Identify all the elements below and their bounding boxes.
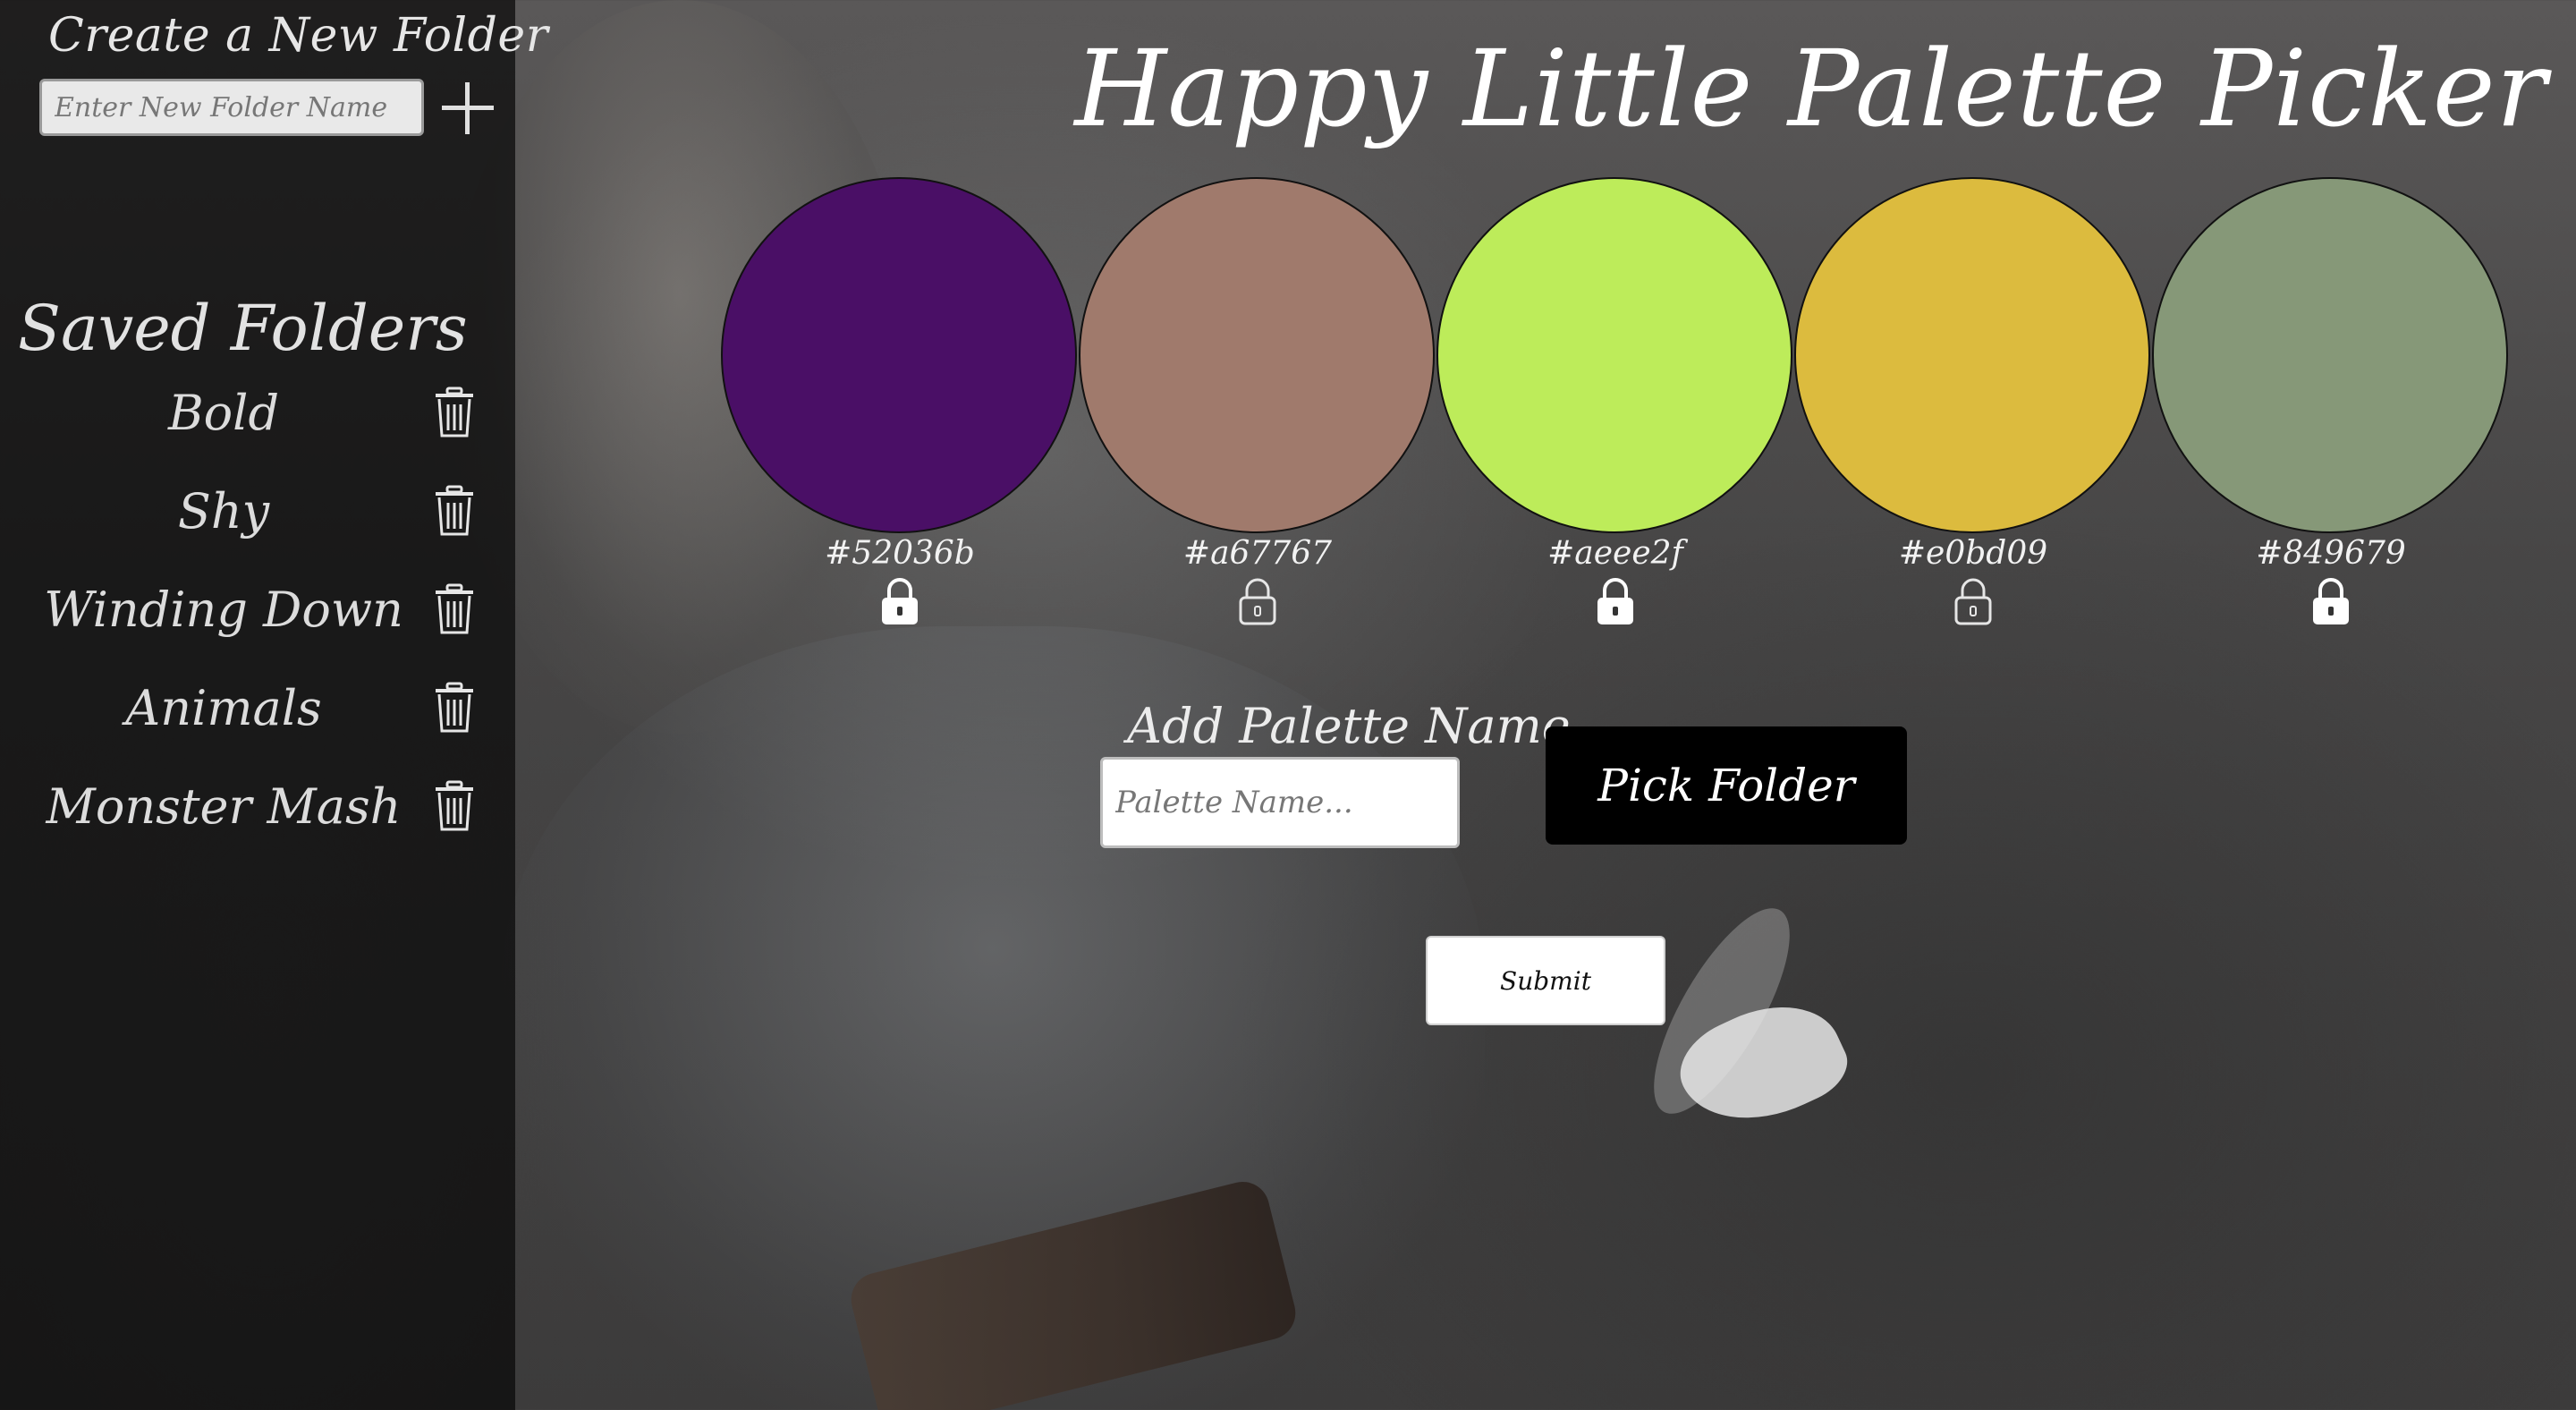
folder-name[interactable]: Winding Down bbox=[0, 582, 447, 638]
lock-toggle-button[interactable] bbox=[878, 576, 921, 626]
swatch-hex-code: #aeee2f bbox=[1547, 535, 1683, 572]
new-folder-name-input[interactable] bbox=[39, 79, 424, 136]
folder-item: Animals bbox=[0, 671, 515, 769]
trash-icon bbox=[436, 485, 473, 536]
folder-item: Bold bbox=[0, 376, 515, 474]
lock-open-icon bbox=[1954, 578, 1992, 625]
lock-toggle-button[interactable] bbox=[1236, 576, 1279, 626]
sidebar: Create a New Folder Saved Folders Bold S… bbox=[0, 0, 548, 1410]
trash-icon bbox=[436, 780, 473, 831]
swatch-circle[interactable] bbox=[1079, 177, 1435, 533]
color-swatches: #52036b #a67767 #aeee2f #e0bd09 #849679 bbox=[721, 177, 2510, 642]
background-paint-splash bbox=[1666, 981, 1858, 1148]
folder-name[interactable]: Shy bbox=[0, 483, 447, 539]
lock-closed-icon bbox=[2313, 578, 2349, 624]
pick-folder-button[interactable]: Pick Folder bbox=[1546, 726, 1907, 845]
submit-button[interactable]: Submit bbox=[1426, 936, 1665, 1025]
lock-toggle-button[interactable] bbox=[1594, 576, 1637, 626]
color-swatch: #aeee2f bbox=[1436, 177, 1794, 624]
folder-item: Winding Down bbox=[0, 573, 515, 671]
folder-list: Bold Shy Winding Down Animals Monster Ma… bbox=[0, 376, 515, 868]
swatch-hex-code: #849679 bbox=[2256, 535, 2406, 572]
lock-closed-icon bbox=[1597, 578, 1633, 624]
folder-item: Shy bbox=[0, 474, 515, 573]
folder-name[interactable]: Bold bbox=[0, 385, 447, 441]
background-paintbrush bbox=[845, 1176, 1301, 1410]
trash-icon bbox=[436, 682, 473, 733]
delete-folder-button[interactable] bbox=[433, 583, 476, 635]
lock-closed-icon bbox=[882, 578, 918, 624]
swatch-hex-code: #a67767 bbox=[1182, 535, 1333, 572]
folder-item: Monster Mash bbox=[0, 769, 515, 868]
delete-folder-button[interactable] bbox=[433, 485, 476, 537]
swatch-circle[interactable] bbox=[721, 177, 1077, 533]
swatch-hex-code: #e0bd09 bbox=[1898, 535, 2048, 572]
swatch-circle[interactable] bbox=[1794, 177, 2150, 533]
lock-open-icon bbox=[1239, 578, 1276, 625]
color-swatch: #a67767 bbox=[1079, 177, 1436, 626]
color-swatch: #52036b bbox=[721, 177, 1079, 624]
saved-folders-heading: Saved Folders bbox=[18, 292, 468, 365]
color-swatch: #e0bd09 bbox=[1794, 177, 2152, 626]
folder-name[interactable]: Monster Mash bbox=[0, 778, 447, 835]
swatch-hex-code: #52036b bbox=[825, 535, 975, 572]
palette-name-input[interactable] bbox=[1100, 757, 1460, 848]
create-folder-heading: Create a New Folder bbox=[48, 9, 549, 63]
lock-toggle-button[interactable] bbox=[1952, 576, 1995, 626]
palette-name-label: Add Palette Name bbox=[1127, 698, 1571, 754]
delete-folder-button[interactable] bbox=[433, 386, 476, 438]
add-folder-button[interactable] bbox=[438, 79, 497, 138]
trash-icon bbox=[436, 583, 473, 634]
swatch-circle[interactable] bbox=[1436, 177, 1792, 533]
lock-toggle-button[interactable] bbox=[2309, 576, 2352, 626]
folder-name[interactable]: Animals bbox=[0, 680, 447, 736]
app-title: Happy Little Palette Picker bbox=[1074, 27, 2547, 150]
color-swatch: #849679 bbox=[2152, 177, 2510, 624]
swatch-circle[interactable] bbox=[2152, 177, 2508, 533]
delete-folder-button[interactable] bbox=[433, 682, 476, 734]
delete-folder-button[interactable] bbox=[433, 780, 476, 832]
trash-icon bbox=[436, 386, 473, 437]
